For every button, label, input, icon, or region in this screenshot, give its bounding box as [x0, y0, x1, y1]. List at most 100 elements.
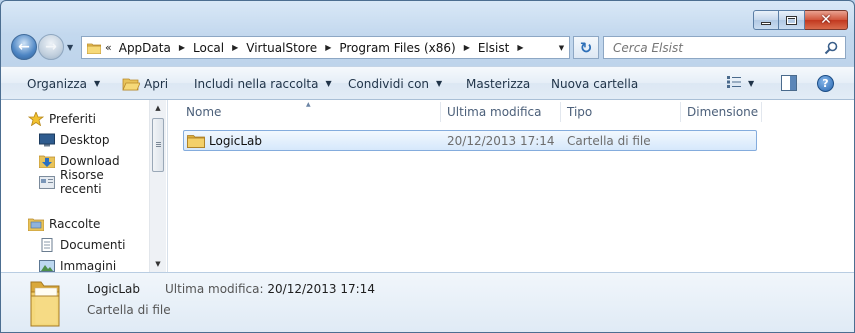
search-input[interactable] [613, 40, 813, 55]
command-bar: Organizza ▼ Apri Includi nella raccolta ▼ … [1, 66, 854, 100]
refresh-button[interactable]: ↻ [573, 36, 599, 59]
breadcrumb-label: Local [193, 40, 225, 55]
sidebar-item-label: Desktop [60, 133, 110, 147]
breadcrumb-label: AppData [118, 40, 171, 55]
download-folder-icon [39, 155, 55, 168]
file-list: ▲ Nome Ultima modifica Tipo Dimensione L… [168, 100, 854, 272]
breadcrumb-program-files[interactable]: Program Files (x86) ▶ [339, 41, 477, 55]
breadcrumb-label: Elsist [477, 40, 510, 55]
desktop-icon [39, 133, 55, 147]
view-options-dropdown[interactable]: ▼ [748, 67, 754, 100]
back-arrow-icon: ← [18, 39, 30, 55]
organize-button[interactable]: Organizza ▼ [27, 67, 100, 100]
maximize-button[interactable] [779, 10, 805, 30]
search-box[interactable] [603, 36, 846, 59]
forward-button[interactable]: → [38, 34, 64, 60]
libraries-icon [28, 218, 44, 231]
folder-icon [187, 134, 205, 148]
pictures-icon [39, 260, 55, 272]
search-icon[interactable] [824, 41, 838, 55]
scroll-thumb[interactable] [152, 118, 164, 172]
chevron-right-icon[interactable]: ▶ [232, 43, 238, 52]
open-folder-icon [122, 78, 140, 90]
sidebar-item-label: Documenti [60, 238, 126, 252]
new-folder-label: Nuova cartella [551, 76, 639, 91]
sidebar-item-favorites[interactable]: Preferiti [28, 109, 96, 129]
include-label: Includi nella raccolta [194, 76, 319, 91]
column-modified[interactable]: Ultima modifica [441, 100, 560, 124]
breadcrumb-virtualstore[interactable]: VirtualStore ▶ [246, 41, 339, 55]
sidebar-item-label: Preferiti [49, 112, 96, 126]
breadcrumb-appdata[interactable]: AppData ▶ [119, 41, 193, 55]
column-label: Tipo [567, 105, 593, 119]
breadcrumb-label: Program Files (x86) [339, 40, 456, 55]
close-button[interactable]: ✕ [805, 10, 848, 30]
details-file-name: LogicLab [87, 282, 141, 296]
sidebar-item-label: Risorse recenti [59, 168, 104, 196]
recent-places-icon [39, 176, 55, 189]
sidebar-item-desktop[interactable]: Desktop [39, 130, 110, 150]
forward-arrow-icon: → [45, 39, 57, 55]
share-with-button[interactable]: Condividi con ▼ [348, 67, 442, 100]
file-modified-cell: 20/12/2013 17:14 [447, 131, 555, 150]
sidebar-item-pictures[interactable]: Immagini [39, 256, 116, 272]
open-label: Apri [144, 76, 169, 91]
folder-icon [87, 43, 101, 54]
column-name[interactable]: Nome [180, 100, 440, 124]
file-modified: 20/12/2013 17:14 [447, 133, 555, 148]
file-row[interactable]: LogicLab 20/12/2013 17:14 Cartella di fi… [183, 130, 757, 151]
recent-pages-dropdown[interactable]: ▼ [67, 43, 73, 52]
grip-line [156, 142, 161, 143]
large-folder-icon [30, 281, 60, 327]
file-name: LogicLab [209, 133, 263, 148]
breadcrumb-label: VirtualStore [246, 40, 318, 55]
explorer-window: ✕ ← → ▼ « AppData ▶ Local ▶ VirtualStore ▶ … [0, 0, 855, 333]
details-modified-label: Ultima modifica: [165, 282, 264, 296]
include-in-library-button[interactable]: Includi nella raccolta ▼ [194, 67, 332, 100]
chevron-right-icon[interactable]: ▶ [464, 43, 470, 52]
grip-line [156, 146, 161, 147]
address-history-dropdown[interactable]: ▼ [554, 37, 569, 58]
column-size[interactable]: Dimensione [681, 100, 761, 124]
chevron-down-icon: ▼ [94, 79, 101, 88]
preview-pane-icon[interactable] [781, 75, 797, 91]
column-label: Ultima modifica [447, 105, 542, 119]
navigation-scrollbar[interactable]: ▲ ▼ [149, 100, 166, 272]
chevron-right-icon[interactable]: ▶ [517, 43, 523, 52]
documents-icon [41, 238, 53, 252]
details-modified-value: 20/12/2013 17:14 [267, 282, 375, 296]
back-button[interactable]: ← [11, 34, 37, 60]
new-folder-button[interactable]: Nuova cartella [551, 67, 638, 100]
scroll-up-icon[interactable]: ▲ [150, 100, 166, 116]
address-overflow-chevron[interactable]: « [105, 41, 112, 54]
main-content: Preferiti Desktop Download Risorse recen… [1, 100, 854, 272]
maximize-icon [786, 15, 797, 25]
sidebar-item-label: Raccolte [49, 217, 101, 231]
chevron-right-icon[interactable]: ▶ [325, 43, 331, 52]
minimize-icon [761, 22, 771, 25]
column-header: ▲ Nome Ultima modifica Tipo Dimensione [168, 100, 854, 124]
change-view-icon[interactable] [727, 75, 743, 89]
open-button[interactable]: Apri [122, 67, 168, 100]
burn-button[interactable]: Masterizza [466, 67, 530, 100]
address-bar[interactable]: « AppData ▶ Local ▶ VirtualStore ▶ Program … [81, 36, 570, 59]
help-icon[interactable]: ? [817, 75, 834, 92]
chevron-right-icon[interactable]: ▶ [179, 43, 185, 52]
column-separator[interactable] [761, 102, 762, 122]
refresh-icon: ↻ [579, 38, 593, 57]
star-icon [28, 112, 44, 126]
close-icon: ✕ [820, 12, 832, 28]
column-type[interactable]: Tipo [561, 100, 680, 124]
scroll-down-icon[interactable]: ▼ [150, 256, 166, 272]
sidebar-item-recent-places[interactable]: Risorse recenti [39, 168, 149, 196]
sidebar-item-documents[interactable]: Documenti [39, 235, 126, 255]
burn-label: Masterizza [466, 76, 531, 91]
column-label: Nome [186, 105, 222, 119]
file-type-cell: Cartella di file [567, 131, 651, 150]
breadcrumb-elsist[interactable]: Elsist ▶ [478, 41, 532, 55]
sidebar-item-label: Download [60, 154, 120, 168]
breadcrumb-local[interactable]: Local ▶ [193, 41, 246, 55]
navigation-bar: ← → ▼ « AppData ▶ Local ▶ VirtualStore ▶ Pr… [1, 33, 854, 61]
minimize-button[interactable] [753, 10, 779, 30]
sidebar-item-libraries[interactable]: Raccolte [28, 214, 100, 234]
